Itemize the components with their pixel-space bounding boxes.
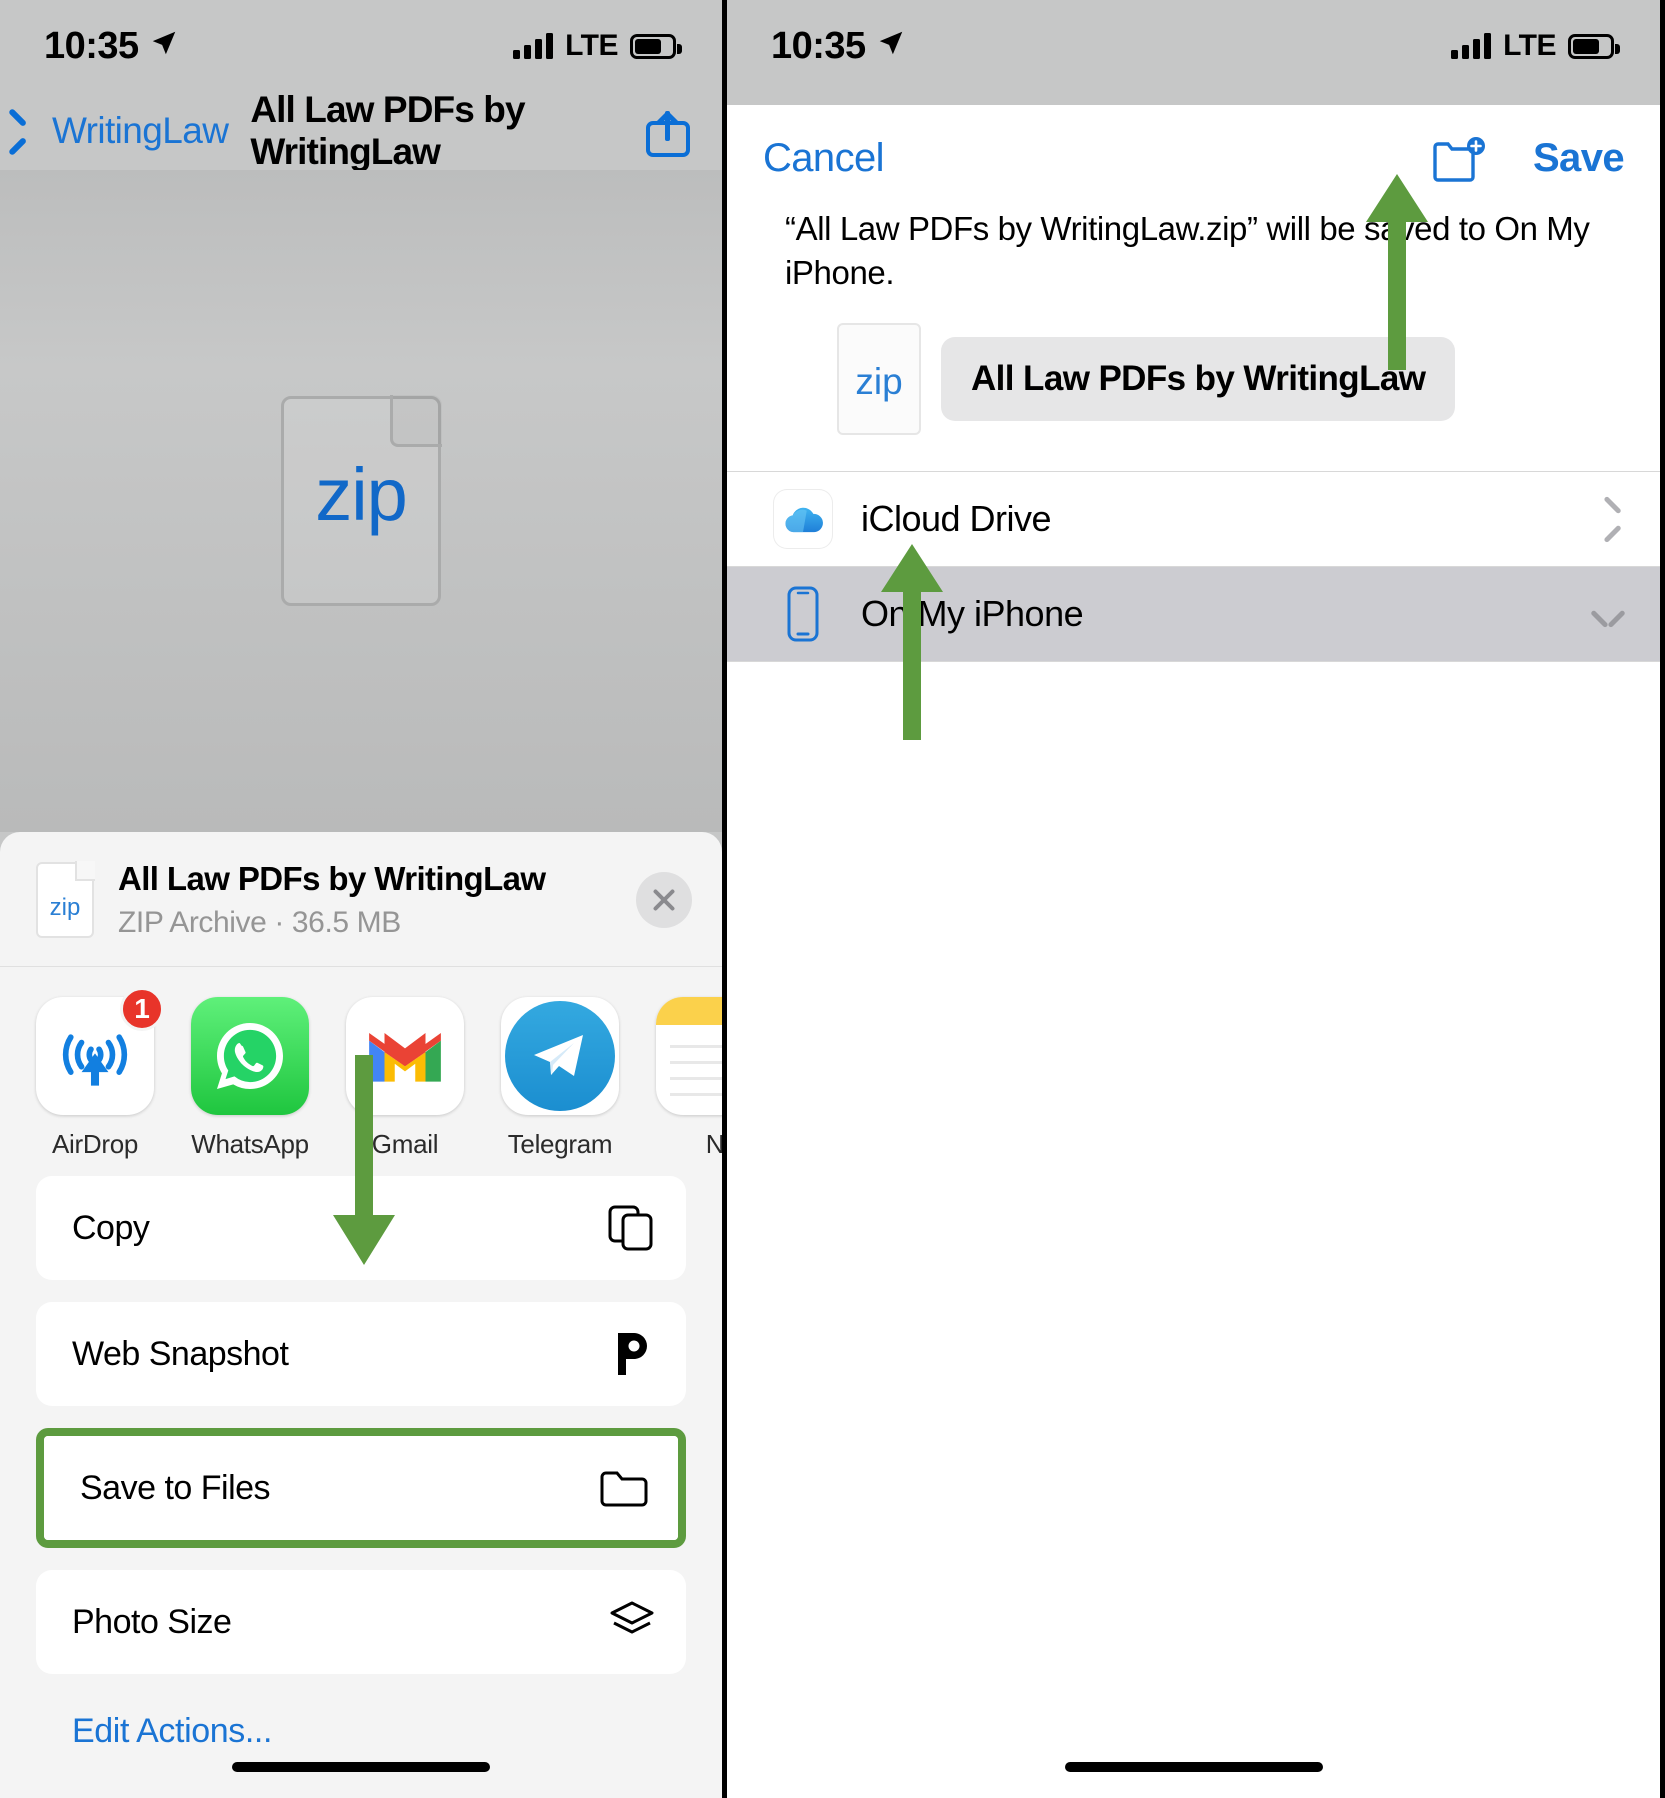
arrow-to-save-to-files [322, 1055, 406, 1283]
zip-preview-label: zip [315, 453, 408, 536]
save-dialog-toolbar: Cancel Save [727, 105, 1660, 193]
zip-file-preview-icon: zip [281, 395, 442, 606]
action-group-photosize: Photo Size [36, 1570, 686, 1674]
save-dialog-file-row: zip All Law PDFs by WritingLaw [727, 295, 1660, 471]
status-time-text-right: 10:35 [771, 24, 866, 67]
carrier-label-left: LTE [565, 29, 618, 62]
notes-icon [656, 997, 722, 1115]
save-dialog-description: “All Law PDFs by WritingLaw.zip” will be… [785, 210, 1590, 291]
carrier-label-right: LTE [1503, 29, 1556, 62]
back-button[interactable]: WritingLaw [22, 110, 229, 152]
status-time-right: 10:35 [771, 25, 906, 68]
zip-file-icon: zip [36, 861, 95, 938]
edit-actions-button[interactable]: Edit Actions... [36, 1696, 686, 1751]
share-sheet-file-header: zip All Law PDFs by WritingLaw ZIP Archi… [0, 832, 722, 966]
location-arrow-icon [149, 25, 179, 68]
highlight-box-save-to-files: Save to Files [36, 1428, 686, 1548]
action-label-photo-size: Photo Size [72, 1602, 232, 1641]
airdrop-badge: 1 [120, 987, 164, 1031]
share-app-airdrop[interactable]: 1 AirDrop [36, 987, 164, 1160]
action-row-photo-size[interactable]: Photo Size [36, 1570, 686, 1674]
share-app-notes[interactable]: N [656, 997, 722, 1160]
page-title: All Law PDFs by WritingLaw [250, 89, 525, 172]
home-indicator-right [1064, 1762, 1323, 1772]
share-icon[interactable] [646, 105, 690, 157]
action-group-savetofiles: Save to Files [44, 1436, 678, 1540]
location-arrow-icon [876, 25, 906, 68]
battery-icon-right [1568, 33, 1620, 59]
whatsapp-icon [191, 997, 309, 1115]
battery-icon-left [630, 33, 682, 59]
back-button-label: WritingLaw [52, 110, 229, 151]
telegram-icon [501, 997, 619, 1115]
status-indicators-right: LTE [1451, 29, 1620, 63]
status-time-text-left: 10:35 [44, 24, 139, 67]
icloud-icon [773, 489, 833, 549]
action-label-copy: Copy [72, 1208, 150, 1247]
location-label-icloud-drive: iCloud Drive [861, 497, 1052, 539]
share-sheet-file-meta: All Law PDFs by WritingLaw ZIP Archive ·… [118, 860, 612, 940]
status-indicators-left: LTE [513, 29, 682, 63]
share-app-telegram[interactable]: Telegram [501, 997, 619, 1160]
status-bar-right: 10:35 LTE [727, 0, 1660, 92]
status-bar-left: 10:35 LTE [0, 0, 722, 92]
navigation-bar: WritingLaw All Law PDFs by WritingLaw [0, 89, 722, 172]
layers-icon [606, 1597, 658, 1647]
arrow-to-on-my-iphone [867, 540, 957, 740]
zip-file-icon: zip [837, 322, 921, 435]
action-row-web-snapshot[interactable]: Web Snapshot [36, 1302, 686, 1406]
copy-icon [606, 1203, 658, 1253]
telegram-label: Telegram [507, 1129, 613, 1159]
share-app-whatsapp[interactable]: WhatsApp [191, 997, 309, 1160]
screenshot-root: 10:35 LTE WritingLaw All Law PDFs by Wri… [0, 0, 1665, 1798]
arrow-to-save-button [1352, 170, 1442, 370]
action-row-save-to-files[interactable]: Save to Files [44, 1436, 678, 1540]
pocket-p-icon [606, 1329, 658, 1379]
save-button[interactable]: Save [1533, 136, 1625, 181]
document-preview-area: zip [0, 170, 722, 832]
whatsapp-label: WhatsApp [191, 1129, 309, 1159]
action-group-websnapshot: Web Snapshot [36, 1302, 686, 1406]
save-dialog-toolbar-right: Save [1431, 133, 1625, 183]
cancel-button[interactable]: Cancel [763, 136, 885, 181]
chevron-down-icon [1592, 605, 1624, 623]
signal-bars-icon [1451, 33, 1492, 59]
action-label-web-snapshot: Web Snapshot [72, 1334, 289, 1373]
share-sheet: zip All Law PDFs by WritingLaw ZIP Archi… [0, 832, 722, 1798]
signal-bars-icon [513, 33, 554, 59]
iphone-icon [773, 584, 833, 644]
close-icon[interactable] [636, 872, 692, 928]
action-label-save-to-files: Save to Files [80, 1468, 271, 1507]
share-file-subtitle: ZIP Archive · 36.5 MB [118, 906, 401, 939]
home-indicator-left [232, 1762, 490, 1772]
notes-label: N [656, 1129, 722, 1160]
chevron-right-icon [1606, 503, 1624, 535]
status-time-left: 10:35 [44, 25, 179, 68]
left-phone-panel: 10:35 LTE WritingLaw All Law PDFs by Wri… [0, 0, 727, 1798]
share-file-title: All Law PDFs by WritingLaw [118, 860, 546, 897]
location-label-on-my-iphone: On My iPhone [861, 592, 1084, 634]
zip-icon-label: zip [49, 894, 81, 921]
right-phone-panel: 10:35 LTE Cancel Save “All Law PDFs by W… [727, 0, 1660, 1798]
folder-icon [598, 1463, 650, 1513]
airdrop-label: AirDrop [51, 1129, 139, 1159]
chevron-left-icon [22, 115, 40, 147]
zip-icon-label: zip [855, 360, 903, 402]
